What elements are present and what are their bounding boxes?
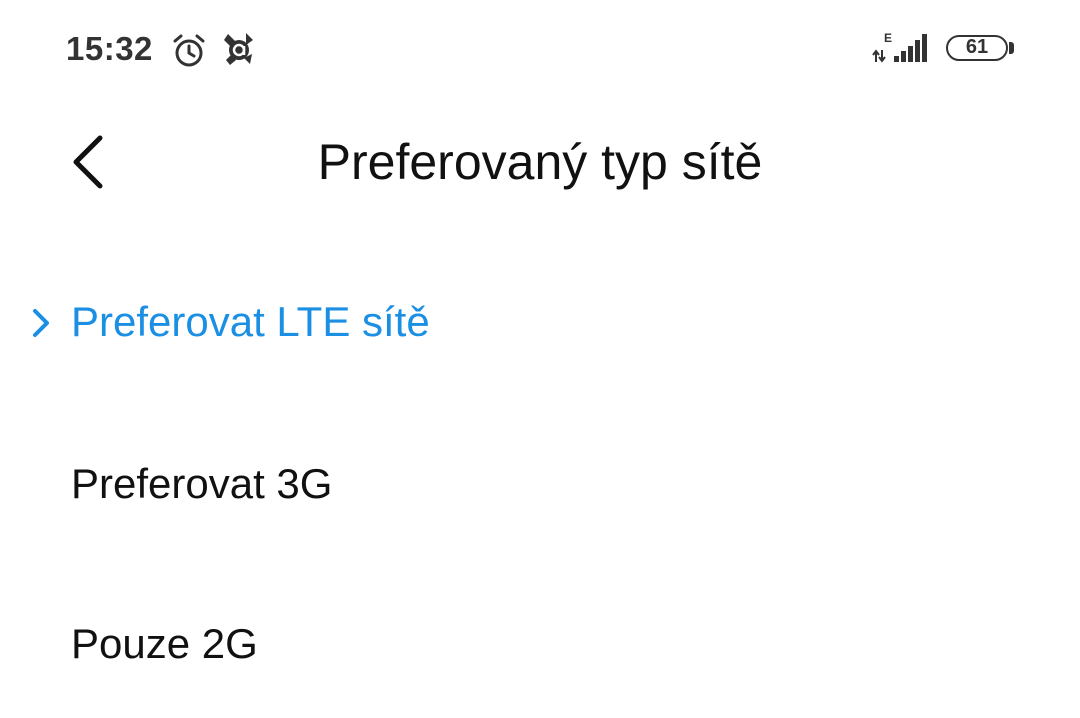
battery-level: 61	[965, 36, 989, 58]
option-label: Preferovat LTE sítě	[71, 298, 430, 345]
status-time: 15:32	[66, 30, 153, 67]
screen: 15:32 E 61 Preferovaný typ sítě Preferov…	[0, 0, 1080, 718]
alarm-icon	[170, 32, 208, 70]
avast-icon	[220, 30, 258, 68]
chevron-right-icon	[30, 307, 52, 339]
option-3g[interactable]: Preferovat 3G	[0, 408, 1080, 558]
status-bar: 15:32 E 61	[0, 0, 1080, 100]
signal-icon	[872, 32, 934, 66]
page-title: Preferovaný typ sítě	[317, 134, 763, 190]
battery-icon: 61	[946, 35, 1008, 61]
option-label: Pouze 2G	[71, 620, 258, 667]
option-lte[interactable]: Preferovat LTE sítě	[0, 248, 1080, 398]
option-label: Preferovat 3G	[71, 460, 333, 507]
option-2g[interactable]: Pouze 2G	[0, 568, 1080, 718]
battery-tip	[1009, 42, 1014, 54]
